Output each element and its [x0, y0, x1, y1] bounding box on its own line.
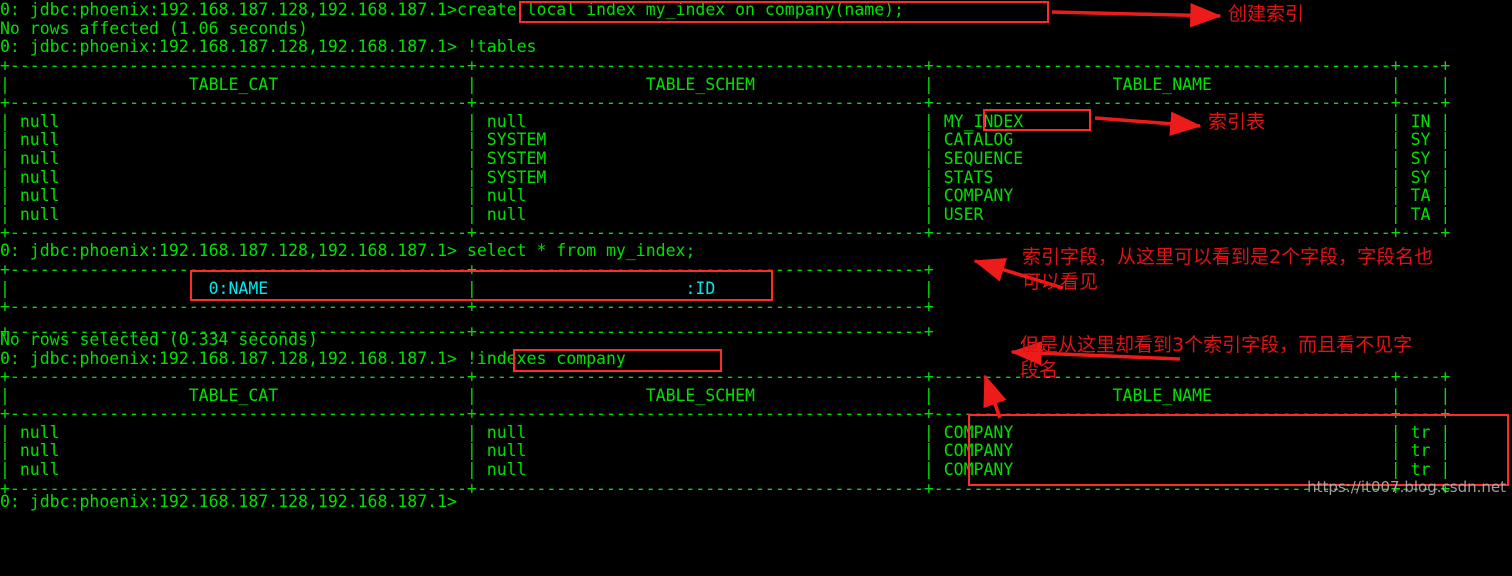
table-row: +---------------------------------------…	[0, 56, 1451, 75]
shell-prompt: 0: jdbc:phoenix:192.168.187.128,192.168.…	[0, 37, 457, 57]
select-result-header-row: | 0:NAME | :ID |	[0, 278, 934, 299]
terminal-output: 0: jdbc:phoenix:192.168.187.128,192.168.…	[0, 0, 1512, 516]
sql-create-index-command: create local index my_index on company(n…	[456, 0, 904, 19]
shell-prompt: 0: jdbc:phoenix:192.168.187.128,192.168.…	[0, 348, 457, 368]
table-row: | null | SYSTEM | CATALOG | SY |	[0, 130, 1451, 150]
select-result-column-header: :ID	[476, 278, 924, 298]
indexes-command: !indexes company	[466, 348, 626, 368]
sql-select-command: select * from my_index;	[466, 241, 696, 260]
terminal-line-final-prompt: 0: jdbc:phoenix:192.168.187.128,192.168.…	[0, 492, 457, 512]
terminal-line-select-command: 0: jdbc:phoenix:192.168.187.128,192.168.…	[0, 241, 696, 261]
no-rows-affected-text: No rows affected (1.06 seconds)	[0, 18, 308, 38]
terminal-line-create-index: 0: jdbc:phoenix:192.168.187.128,192.168.…	[0, 0, 904, 20]
table-row: | TABLE_CAT | TABLE_SCHEM | TABLE_NAME |…	[0, 385, 1451, 405]
table-row: +---------------------------------------…	[0, 260, 934, 279]
table-column-separator: |	[0, 278, 10, 298]
shell-prompt-final: 0: jdbc:phoenix:192.168.187.128,192.168.…	[0, 492, 457, 511]
table-row: +---------------------------------------…	[0, 93, 1451, 113]
table-row: | null | null | MY_INDEX | IN |	[0, 111, 1451, 131]
table-column-separator: |	[923, 278, 934, 298]
table-row: +---------------------------------------…	[0, 297, 934, 317]
table-row: +---------------------------------------…	[0, 404, 1451, 424]
tables-command: !tables	[466, 37, 537, 57]
table-row: | null | null | COMPANY | tr |	[0, 460, 1451, 479]
no-rows-selected-text: No rows selected (0.334 seconds)	[0, 330, 318, 349]
table-row: | null | null | USER | TA |	[0, 204, 1451, 224]
select-result-column-header: 0:NAME	[9, 278, 467, 298]
terminal-line-tables-command: 0: jdbc:phoenix:192.168.187.128,192.168.…	[0, 37, 537, 57]
table-row: | null | SYSTEM | STATS | SY |	[0, 167, 1451, 187]
table-row: +---------------------------------------…	[0, 367, 1451, 386]
terminal-line-no-rows-affected: No rows affected (1.06 seconds)	[0, 18, 308, 39]
shell-prompt: 0: jdbc:phoenix:192.168.187.128,192.168.…	[0, 241, 457, 260]
shell-prompt: 0: jdbc:phoenix:192.168.187.128,192.168.…	[0, 0, 457, 19]
table-row: | TABLE_CAT | TABLE_SCHEM | TABLE_NAME |…	[0, 74, 1451, 94]
terminal-line-indexes-command: 0: jdbc:phoenix:192.168.187.128,192.168.…	[0, 348, 626, 369]
table-row: | null | SYSTEM | SEQUENCE | SY |	[0, 149, 1451, 168]
table-row: | null | null | COMPANY | TA |	[0, 186, 1451, 206]
terminal-line-no-rows-selected: No rows selected (0.334 seconds)	[0, 330, 318, 350]
table-row: | null | null | COMPANY | tr |	[0, 422, 1451, 442]
table-column-separator: |	[466, 278, 477, 298]
table-row: | null | null | COMPANY | tr |	[0, 441, 1451, 461]
